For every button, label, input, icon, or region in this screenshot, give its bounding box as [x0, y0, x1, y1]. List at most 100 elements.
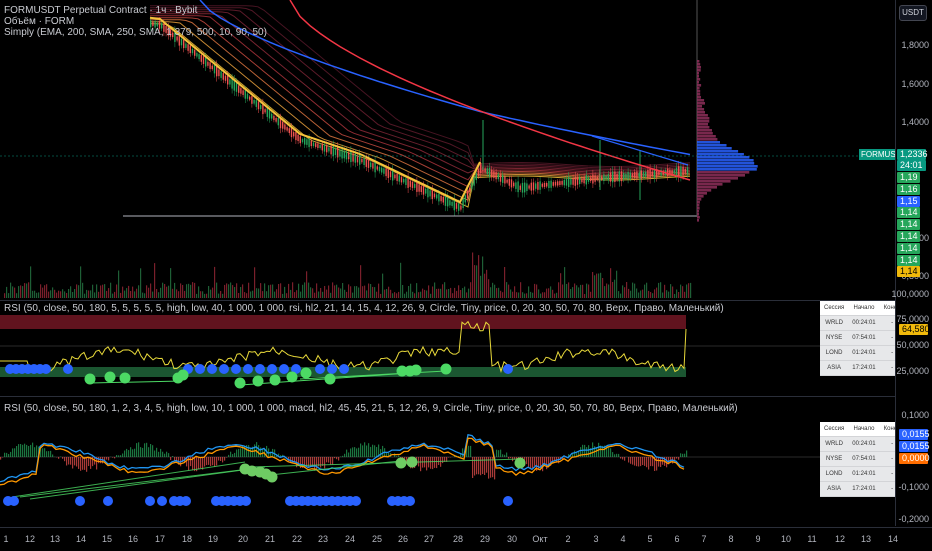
profile-bar	[697, 162, 754, 165]
histogram-bar	[144, 443, 145, 457]
volume-bar	[504, 267, 505, 298]
volume-bar	[432, 287, 433, 299]
rsi-1-canvas[interactable]	[0, 301, 895, 395]
histogram-bar	[58, 457, 59, 459]
profile-bar	[697, 210, 699, 213]
histogram-bar	[324, 457, 325, 468]
rsi-2-legend[interactable]: RSI (50, close, 50, 180, 1, 2, 3, 4, 5, …	[4, 403, 738, 414]
volume-bar	[478, 255, 479, 298]
volume-bar	[162, 283, 163, 298]
histogram-bar	[336, 457, 337, 459]
rsi-2-canvas[interactable]	[0, 397, 895, 525]
price-tag: 1,14	[897, 219, 920, 230]
histogram-bar	[596, 447, 597, 457]
volume-bar	[598, 274, 599, 299]
histogram-bar	[528, 457, 529, 467]
profile-bar	[697, 177, 738, 180]
histogram-bar	[142, 448, 143, 457]
price-chart-canvas[interactable]	[0, 0, 895, 300]
volume-bar	[370, 284, 371, 298]
volume-bar	[220, 291, 221, 298]
volume-bar	[222, 294, 223, 298]
simply-legend[interactable]: Simply (EMA, 200, SMA, 250, SMA, 1 379, …	[4, 27, 267, 38]
histogram-bar	[376, 447, 377, 457]
histogram-bar	[482, 457, 483, 474]
symbol-title[interactable]: FORMUSDT Perpetual Contract · 1ч · Bybit	[4, 5, 267, 16]
time-axis[interactable]: 112131415161718192021222324252627282930О…	[0, 527, 932, 551]
profile-bar	[697, 213, 699, 216]
histogram-bar	[478, 457, 479, 474]
histogram-bar	[200, 457, 201, 468]
histogram-bar	[224, 457, 225, 461]
signal-dot	[9, 496, 19, 506]
price-tag: 1,14	[897, 243, 920, 254]
histogram-bar	[470, 446, 471, 457]
divergence-line	[12, 462, 245, 497]
volume-bar	[54, 290, 55, 298]
histogram-bar	[150, 444, 151, 457]
histogram-bar	[436, 457, 437, 468]
volume-bar	[396, 293, 397, 298]
histogram-bar	[658, 457, 659, 467]
volume-bar	[532, 293, 533, 298]
volume-bar	[404, 294, 405, 298]
volume-bar	[654, 289, 655, 298]
signal-dot	[441, 364, 452, 375]
histogram-bar	[620, 457, 621, 459]
volume-bar	[482, 257, 483, 299]
profile-bar	[697, 174, 745, 177]
volume-bar	[462, 288, 463, 298]
volume-bar	[416, 283, 417, 298]
histogram-bar	[52, 455, 53, 458]
volume-bar	[94, 292, 95, 298]
price-chart-pane[interactable]: FORMUSDT Perpetual Contract · 1ч · Bybit…	[0, 0, 895, 300]
histogram-bar	[138, 442, 139, 457]
volume-legend[interactable]: Объём · FORM	[4, 16, 267, 27]
histogram-bar	[468, 446, 469, 457]
volume-bar	[446, 289, 447, 298]
signal-dot	[267, 472, 278, 483]
volume-bar	[400, 263, 401, 298]
histogram-bar	[362, 445, 363, 457]
volume-bar	[284, 287, 285, 298]
histogram-bar	[66, 457, 67, 466]
volume-bar	[480, 276, 481, 298]
histogram-bar	[426, 457, 427, 470]
volume-bar	[286, 293, 287, 298]
histogram-bar	[660, 457, 661, 467]
histogram-bar	[340, 457, 341, 458]
time-tick: 26	[398, 534, 408, 544]
volume-bar	[112, 294, 113, 298]
volume-bar	[76, 284, 77, 298]
histogram-bar	[330, 457, 331, 465]
volume-bar	[312, 288, 313, 298]
rsi-pane-1[interactable]: RSI (50, close, 50, 180, 5, 5, 5, 5, 5, …	[0, 301, 895, 395]
signal-dot	[181, 496, 191, 506]
time-tick: 9	[755, 534, 760, 544]
volume-bar	[402, 285, 403, 298]
rsi-pane-2[interactable]: RSI (50, close, 50, 180, 1, 2, 3, 4, 5, …	[0, 397, 895, 525]
histogram-bar	[638, 457, 639, 467]
histogram-bar	[496, 450, 497, 457]
volume-bar	[594, 275, 595, 298]
histogram-bar	[68, 457, 69, 465]
volume-bar	[424, 290, 425, 298]
volume-bar	[152, 292, 153, 298]
volume-bar	[322, 292, 323, 298]
volume-bar	[544, 292, 545, 298]
volume-bar	[406, 292, 407, 298]
histogram-bar	[486, 457, 487, 473]
signal-dot	[407, 457, 418, 468]
histogram-bar	[172, 456, 173, 457]
time-tick: 19	[208, 534, 218, 544]
volume-bar	[474, 265, 475, 298]
histogram-bar	[326, 457, 327, 462]
histogram-bar	[126, 449, 127, 457]
volume-bar	[536, 285, 537, 299]
axis-label: 1,4000	[901, 117, 929, 127]
volume-bar	[338, 288, 339, 299]
signal-dot	[241, 496, 251, 506]
volume-bar	[456, 291, 457, 298]
currency-button[interactable]: USDT	[899, 5, 927, 21]
rsi-1-legend[interactable]: RSI (50, close, 50, 180, 5, 5, 5, 5, 5, …	[4, 303, 724, 314]
